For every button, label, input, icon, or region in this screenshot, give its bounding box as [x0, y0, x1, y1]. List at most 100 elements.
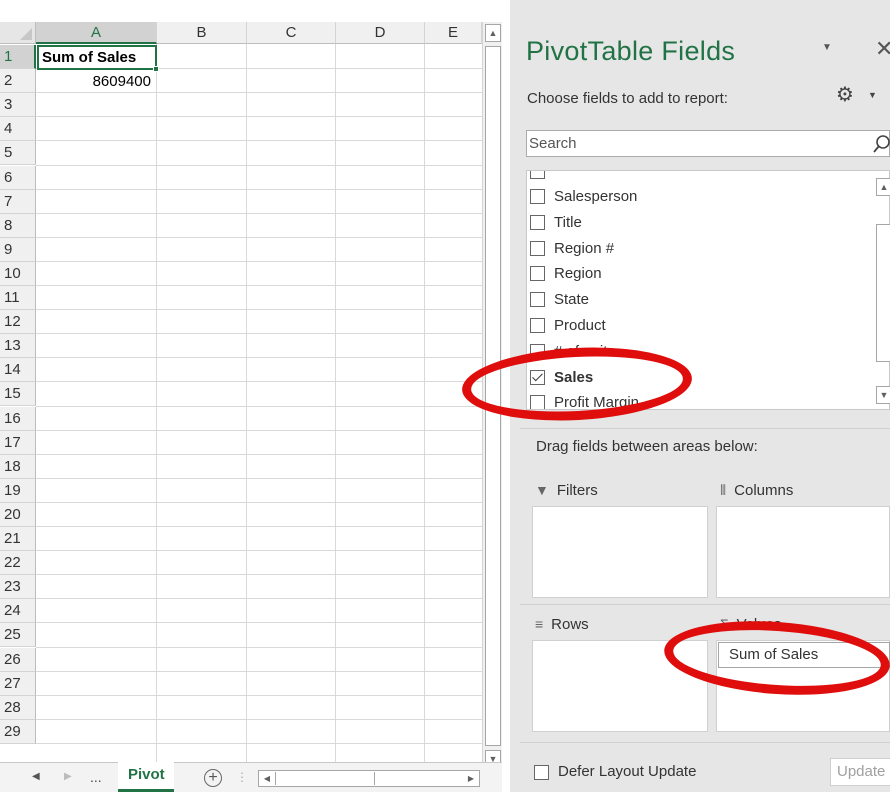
pane-options-chevron-icon[interactable]: ▼	[822, 42, 832, 53]
row-header-23[interactable]: 23	[0, 575, 36, 600]
row-header-5[interactable]: 5	[0, 141, 36, 166]
tab-split-handle[interactable]: ⋮	[236, 763, 248, 792]
field-checkbox[interactable]	[530, 214, 545, 230]
row-gridline	[36, 574, 482, 576]
filters-drop-zone[interactable]	[532, 506, 708, 598]
row-header-12[interactable]: 12	[0, 310, 36, 335]
row-header-3[interactable]: 3	[0, 93, 36, 118]
defer-layout-checkbox[interactable]	[534, 765, 549, 780]
row-header-18[interactable]: 18	[0, 454, 36, 479]
row-header-20[interactable]: 20	[0, 502, 36, 527]
row-header-7[interactable]: 7	[0, 189, 36, 214]
scroll-left-icon[interactable]: ◀	[259, 771, 275, 786]
row-header-9[interactable]: 9	[0, 237, 36, 262]
horizontal-scrollbar[interactable]: ◀ ▶	[258, 770, 480, 787]
row-header-10[interactable]: 10	[0, 261, 36, 286]
select-all-triangle-icon	[20, 28, 32, 40]
field-label: Title	[554, 213, 582, 231]
row-gridline	[36, 598, 482, 600]
columns-label: Columns	[734, 482, 794, 499]
field-label: # of units	[554, 342, 615, 360]
columns-drop-zone[interactable]	[716, 506, 890, 598]
row-gridline	[36, 140, 482, 142]
row-gridline	[36, 405, 482, 407]
row-header-19[interactable]: 19	[0, 478, 36, 503]
row-header-21[interactable]: 21	[0, 527, 36, 552]
scroll-thumb[interactable]	[485, 46, 501, 746]
excel-window: ABCDE 1 2 3 4 5 6 7 8 9 10 11 12 13 14 15 16 17 18 19 20 21 2…	[0, 0, 890, 792]
tab-more-button[interactable]: ...	[90, 763, 102, 792]
hscroll-thumb[interactable]	[275, 772, 375, 785]
select-all-corner[interactable]	[0, 22, 36, 44]
row-header-22[interactable]: 22	[0, 551, 36, 576]
row-gridline	[36, 212, 482, 214]
field-checkbox[interactable]	[530, 343, 545, 359]
rows-label: Rows	[551, 616, 589, 633]
field-layout-button[interactable]: ⚙ ▼	[836, 82, 890, 110]
column-header-d[interactable]: D	[336, 22, 425, 44]
chevron-down-icon[interactable]: ▼	[876, 643, 885, 667]
scroll-up-icon[interactable]: ▲	[485, 24, 501, 42]
field-checkbox[interactable]	[530, 189, 545, 204]
row-gridline	[36, 188, 482, 190]
row-gridline	[36, 309, 482, 311]
row-header-15[interactable]: 15	[0, 382, 36, 407]
row-gridline	[36, 164, 482, 166]
row-header-11[interactable]: 11	[0, 286, 36, 311]
row-header-14[interactable]: 14	[0, 358, 36, 383]
row-header-17[interactable]: 17	[0, 430, 36, 455]
field-checkbox[interactable]	[530, 240, 545, 256]
row-header-28[interactable]: 28	[0, 695, 36, 720]
scroll-right-icon[interactable]: ▶	[463, 771, 479, 786]
column-gridline	[246, 44, 247, 762]
field-label: State	[554, 291, 590, 309]
column-header-b[interactable]: B	[157, 22, 247, 44]
field-scroll-down-icon[interactable]: ▼	[876, 386, 890, 404]
cell-a2[interactable]: 8609400	[37, 70, 151, 94]
row-header-25[interactable]: 25	[0, 623, 36, 648]
row-header-26[interactable]: 26	[0, 647, 36, 672]
field-checkbox[interactable]	[530, 395, 545, 409]
sheet-tab-pivot[interactable]: Pivot	[118, 762, 174, 792]
column-header-e[interactable]: E	[425, 22, 482, 44]
close-icon[interactable]: ✕	[875, 36, 890, 62]
row-header-16[interactable]: 16	[0, 406, 36, 431]
row-header-8[interactable]: 8	[0, 213, 36, 238]
tab-next-icon[interactable]: ▶	[64, 763, 72, 792]
field-scroll-thumb[interactable]	[876, 224, 890, 362]
rows-drop-zone[interactable]	[532, 640, 708, 732]
column-header-a[interactable]: A	[36, 22, 157, 44]
field-scroll-up-icon[interactable]: ▲	[876, 178, 890, 196]
row-header-29[interactable]: 29	[0, 719, 36, 744]
columns-area-header: ⦀ Columns	[720, 472, 793, 508]
row-gridline	[36, 742, 482, 744]
sigma-icon: Σ	[720, 616, 729, 632]
row-header-13[interactable]: 13	[0, 334, 36, 359]
row-header-24[interactable]: 24	[0, 599, 36, 624]
row-header-2[interactable]: 2	[0, 69, 36, 94]
pane-splitter[interactable]	[502, 0, 510, 792]
row-header-6[interactable]: 6	[0, 165, 36, 190]
add-sheet-icon[interactable]: +	[204, 769, 222, 787]
search-input[interactable]	[527, 131, 857, 156]
rows-area-header: ≡ Rows	[535, 606, 589, 642]
field-checkbox[interactable]	[530, 318, 545, 333]
row-header-27[interactable]: 27	[0, 671, 36, 696]
cell-a1-active[interactable]: Sum of Sales	[37, 45, 159, 72]
row-gridline	[36, 646, 482, 648]
field-checkbox[interactable]	[530, 292, 545, 308]
tab-prev-icon[interactable]: ◀	[32, 763, 40, 792]
field-checkbox[interactable]	[530, 369, 545, 385]
column-header-c[interactable]: C	[247, 22, 336, 44]
update-button[interactable]: Update	[830, 758, 890, 786]
row-header-4[interactable]: 4	[0, 117, 36, 142]
choose-fields-label: Choose fields to add to report:	[527, 90, 728, 107]
field-checkbox[interactable]	[530, 266, 545, 282]
vertical-scrollbar[interactable]: ▲ ▼	[482, 22, 502, 770]
row-header-1[interactable]: 1	[0, 45, 36, 70]
field-list-scrollbar[interactable]: ▲ ▼	[858, 172, 890, 408]
row-gridline	[36, 670, 482, 672]
field-search-box[interactable]	[526, 130, 890, 157]
values-field-chip[interactable]: Sum of Sales ▼	[718, 642, 890, 668]
fill-handle[interactable]	[153, 66, 159, 72]
